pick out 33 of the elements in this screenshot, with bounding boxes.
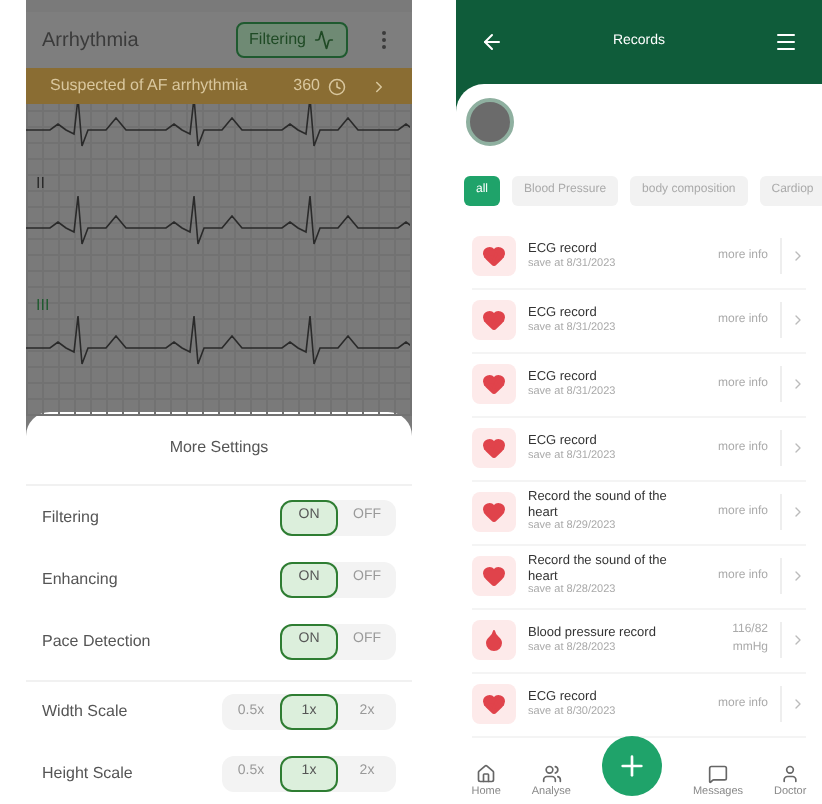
chevron-icon	[790, 632, 806, 649]
chevron-icon	[790, 440, 806, 457]
screen-title: Arrhythmia	[42, 27, 141, 55]
setting-label: Pace Detection	[42, 629, 153, 653]
chevron-icon	[790, 248, 806, 265]
setting-label: Height Scale	[42, 761, 135, 785]
add-button[interactable]	[601, 736, 662, 796]
nav-icon	[476, 763, 497, 784]
chevron-icon	[790, 312, 806, 329]
alert-text: Suspected of AF arrhythmia	[50, 74, 250, 98]
chevron-icon	[790, 696, 806, 713]
alert-banner[interactable]: Suspected of AF arrhythmia 360	[26, 68, 412, 104]
chevron-icon	[790, 504, 806, 521]
alert-value: 360	[293, 74, 320, 98]
setting-label: Filtering	[42, 505, 101, 529]
setting-label: Width Scale	[42, 700, 130, 724]
chevron-icon	[790, 376, 806, 393]
back-icon[interactable]	[480, 30, 504, 54]
chevron-icon	[370, 77, 388, 95]
clock-icon	[328, 77, 346, 95]
chevron-icon	[790, 568, 806, 585]
filtering-button[interactable]: Filtering	[235, 22, 348, 58]
menu-icon[interactable]	[774, 30, 798, 54]
pulse-icon	[314, 30, 334, 50]
nav-icon	[780, 763, 801, 784]
sheet-title: More Settings	[169, 436, 269, 460]
nav-icon	[707, 763, 728, 784]
nav-icon	[541, 763, 562, 784]
setting-label: Enhancing	[42, 567, 120, 591]
lead-label: III	[36, 294, 50, 318]
plus-icon	[615, 750, 648, 782]
lead-label: II	[36, 172, 45, 196]
avatar[interactable]	[466, 98, 514, 146]
